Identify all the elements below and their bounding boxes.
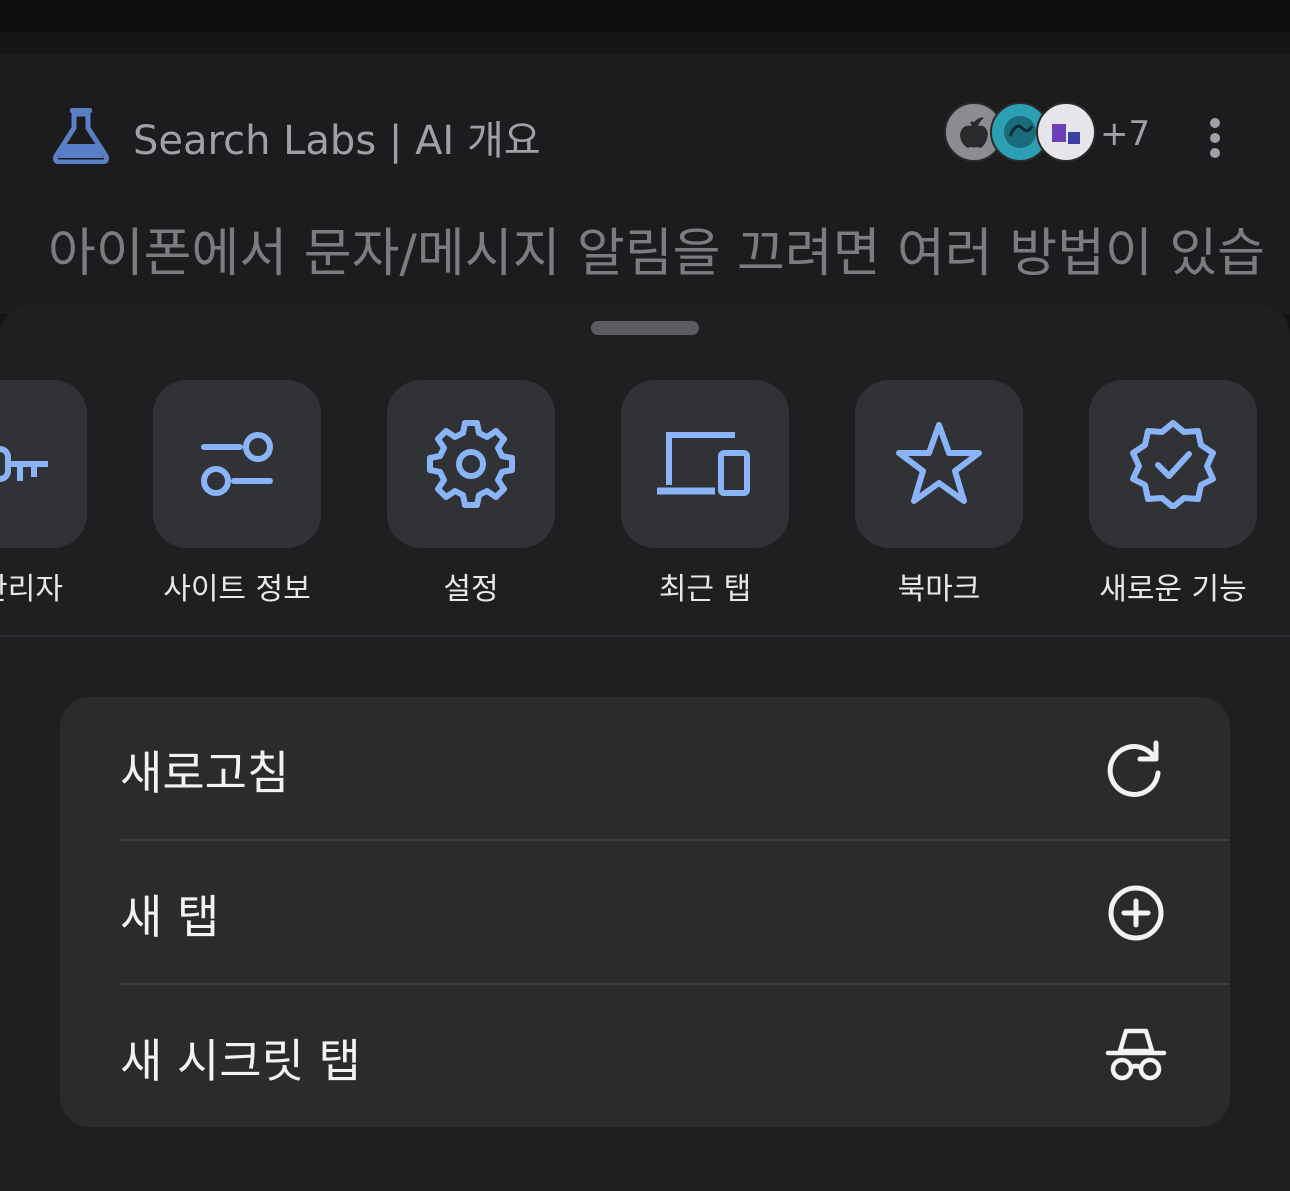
menu-item-label: 새 탭 (120, 890, 220, 944)
tile-site-info[interactable]: 사이트 정보 (153, 380, 321, 608)
tile-label: 최근 탭 (658, 572, 752, 607)
status-bar (0, 0, 1290, 32)
bottom-sheet: 호 관리자 사이트 정보 설정 (0, 305, 1290, 1191)
page-title: Search Labs | AI 개요 (133, 118, 541, 164)
tile-label: 호 관리자 (0, 572, 63, 607)
menu-item-refresh[interactable]: 새로고침 (60, 697, 1230, 841)
tile-whats-new[interactable]: 새로운 기능 (1089, 380, 1257, 608)
menu-item-new-incognito-tab[interactable]: 새 시크릿 탭 (60, 985, 1230, 1127)
toolbar-strip (0, 32, 1290, 54)
tile-recent-tabs[interactable]: 최근 탭 (621, 380, 789, 608)
ai-overview-text: 아이폰에서 문자/메시지 알림을 끄려면 여러 방법이 있습 (48, 224, 1266, 284)
tile-label: 북마크 (897, 572, 981, 607)
quick-actions-row: 호 관리자 사이트 정보 설정 (0, 380, 1290, 610)
incognito-icon (1105, 1028, 1167, 1081)
source-avatars[interactable] (944, 102, 1096, 166)
section-divider (0, 635, 1290, 637)
purple-avatar (1036, 102, 1096, 162)
star-icon (896, 422, 982, 504)
tile-password-manager[interactable]: 호 관리자 (0, 380, 87, 608)
sheet-drag-handle[interactable] (591, 321, 699, 335)
menu-item-label: 새 시크릿 탭 (120, 1034, 361, 1088)
tile-label: 새로운 기능 (1099, 572, 1247, 607)
menu-item-new-tab[interactable]: 새 탭 (60, 841, 1230, 985)
plus-circle-icon (1108, 885, 1164, 941)
search-labs-flask-icon (53, 108, 109, 164)
gear-icon (427, 420, 515, 508)
menu-card: 새로고침 새 탭 새 시크릿 탭 (60, 697, 1230, 1127)
more-sources-count: +7 (1100, 114, 1151, 154)
tile-label: 설정 (443, 572, 499, 607)
menu-item-label: 새로고침 (120, 746, 290, 800)
tile-bookmarks[interactable]: 북마크 (855, 380, 1023, 608)
refresh-icon (1107, 740, 1161, 797)
devices-icon (657, 432, 750, 496)
tile-settings[interactable]: 설정 (387, 380, 555, 608)
site-info-toggles-icon (201, 432, 273, 496)
verified-badge-icon (1130, 420, 1216, 509)
more-vert-icon[interactable] (1202, 116, 1228, 160)
tile-label: 사이트 정보 (163, 572, 311, 607)
key-icon (0, 446, 48, 482)
